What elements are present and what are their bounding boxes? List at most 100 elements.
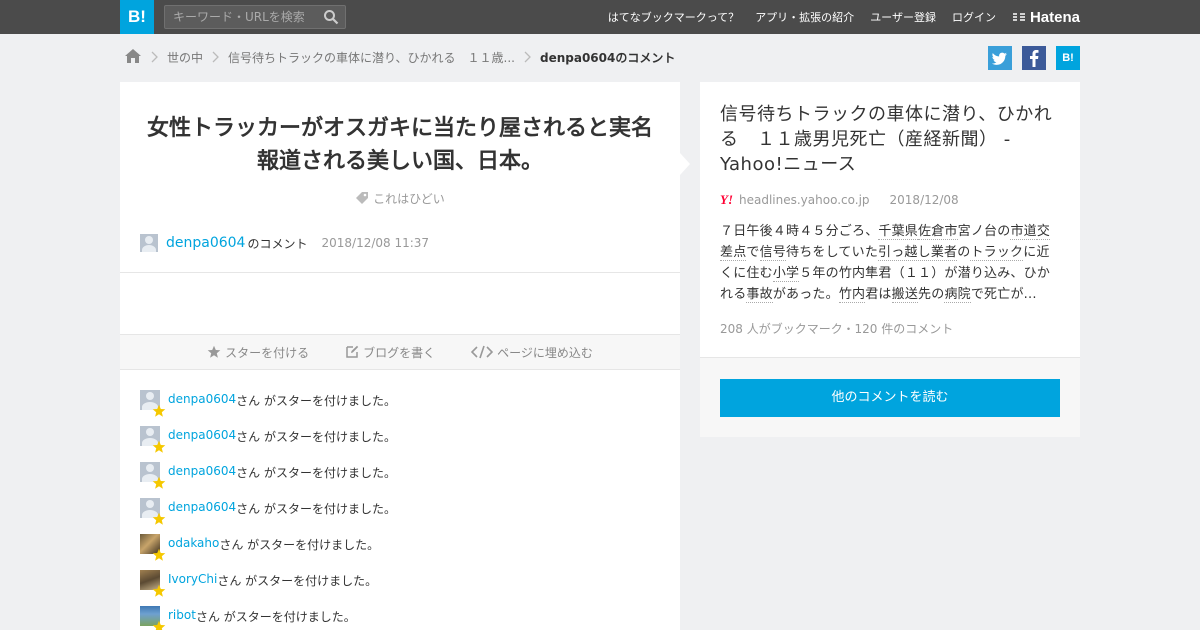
breadcrumb-category[interactable]: 世の中 [167, 49, 203, 66]
home-icon[interactable] [124, 48, 142, 67]
keyword-link[interactable]: 佐倉市 [918, 224, 958, 240]
divider [120, 272, 680, 273]
breadcrumb-current: denpa0604のコメント [539, 50, 676, 65]
entry-domain[interactable]: headlines.yahoo.co.jp [739, 193, 870, 207]
star-icon [207, 345, 221, 358]
embed-button[interactable]: ページに埋め込む [471, 344, 593, 361]
avatar[interactable] [140, 606, 166, 630]
facebook-share-button[interactable] [1022, 46, 1046, 70]
summary-text: 君は [865, 287, 892, 302]
twitter-icon [992, 52, 1007, 65]
star-text: さん がスターを付けました。 [236, 394, 396, 408]
star-badge-icon [152, 584, 166, 597]
author-name[interactable]: denpa0604 [166, 235, 245, 251]
write-blog-label: ブログを書く [363, 345, 436, 360]
summary-text: の [957, 245, 971, 260]
write-blog-button[interactable]: ブログを書く [345, 344, 435, 361]
entry-panel: 信号待ちトラックの車体に潜り、ひかれる １１歳男児死亡（産経新聞） - Yaho… [700, 82, 1080, 437]
chevron-right-icon [212, 51, 219, 63]
summary-text: があった。 [772, 287, 839, 302]
search-input[interactable] [165, 6, 315, 28]
star-badge-icon [152, 476, 166, 489]
search-icon[interactable] [323, 9, 339, 25]
comment-text: 女性トラッカーがオスガキに当たり屋されると実名報道される美しい国、日本。 [146, 116, 653, 174]
star-user-name[interactable]: denpa0604 [168, 464, 236, 478]
star-user-name[interactable]: denpa0604 [168, 500, 236, 514]
summary-text: で [746, 245, 760, 260]
edit-icon [346, 345, 359, 358]
keyword-link[interactable]: 搬送 [891, 287, 919, 303]
summary-text: の [997, 224, 1011, 239]
entry-summary: ７日午後４時４５分ごろ、千葉県佐倉市宮ノ台の市道交差点で信号待ちをしていた引っ越… [720, 221, 1062, 305]
list-item: denpa0604 さん がスターを付けました。 [140, 390, 396, 426]
hatena-logo[interactable]: Hatena [1012, 9, 1080, 26]
hatebu-logo[interactable]: B! [120, 0, 154, 34]
star-user-name[interactable]: odakaho [168, 536, 219, 550]
keyword-link[interactable]: 信号 [759, 245, 787, 261]
star-badge-icon [152, 548, 166, 561]
nav-apps[interactable]: アプリ・拡張の紹介 [755, 9, 854, 25]
summary-text: 先の [918, 287, 945, 302]
keyword-link[interactable]: 小学 [772, 266, 800, 282]
star-text: さん がスターを付けました。 [219, 538, 380, 552]
star-badge-icon [152, 440, 166, 453]
keyword-link[interactable]: 市道 [1010, 224, 1037, 240]
breadcrumb-entry[interactable]: 信号待ちトラックの車体に潜り、ひかれる １１歳... [228, 49, 515, 66]
search-box [164, 5, 346, 29]
top-nav: はてなブックマークって？ アプリ・拡張の紹介 ユーザー登録 ログイン Haten… [592, 0, 1080, 34]
keyword-link[interactable]: 事故 [746, 287, 773, 303]
star-list: denpa0604 さん がスターを付けました。 denpa0604 さん がスター… [140, 390, 396, 630]
list-item: IvoryChi さん がスターを付けました。 [140, 570, 396, 606]
panel-pointer [680, 153, 690, 175]
nav-signup[interactable]: ユーザー登録 [870, 9, 936, 25]
star-text: さん がスターを付けました。 [236, 430, 396, 444]
list-item: ribot さん がスターを付けました。 [140, 606, 396, 630]
star-text: さん がスターを付けました。 [236, 502, 396, 516]
hatena-icon [1012, 13, 1025, 21]
avatar[interactable] [140, 234, 158, 252]
avatar[interactable] [140, 426, 166, 453]
summary-text: 待ちをしていた [786, 245, 879, 260]
add-star-button[interactable]: スターを付ける [207, 344, 309, 361]
bookmark-count[interactable]: 208 人がブックマーク・120 件のコメント [720, 320, 953, 337]
nav-about[interactable]: はてなブックマークって？ [608, 9, 739, 25]
keyword-link[interactable]: トラック [970, 245, 1024, 261]
global-header: B! はてなブックマークって？ アプリ・拡張の紹介 ユーザー登録 ログイン Ha… [0, 0, 1200, 34]
star-user-name[interactable]: IvoryChi [168, 572, 217, 586]
avatar[interactable] [140, 498, 166, 525]
avatar[interactable] [140, 534, 166, 561]
star-text: さん がスターを付けました。 [195, 610, 356, 624]
share-buttons: B! [978, 46, 1080, 70]
star-badge-icon [152, 404, 166, 417]
hatebu-share-button[interactable]: B! [1056, 46, 1080, 70]
nav-login[interactable]: ログイン [952, 9, 996, 25]
keyword-link[interactable]: 引っ越し業者 [878, 245, 958, 261]
star-user-name[interactable]: denpa0604 [168, 428, 236, 442]
avatar[interactable] [140, 570, 166, 597]
keyword-link[interactable]: 病院 [944, 287, 971, 303]
star-badge-icon [152, 512, 166, 525]
star-user-name[interactable]: ribot [168, 608, 196, 622]
keyword-link[interactable]: 千葉県 [878, 224, 919, 240]
avatar[interactable] [140, 390, 166, 417]
summary-text: で死亡が... [970, 287, 1037, 302]
read-other-comments-button[interactable]: 他のコメントを読む [720, 379, 1060, 417]
tag-link[interactable]: これはひどい [373, 192, 445, 206]
entry-title[interactable]: 信号待ちトラックの車体に潜り、ひかれる １１歳男児死亡（産経新聞） - Yaho… [720, 102, 1062, 177]
keyword-link[interactable]: 竹内 [838, 287, 866, 303]
list-item: odakaho さん がスターを付けました。 [140, 534, 396, 570]
twitter-share-button[interactable] [988, 46, 1012, 70]
hatena-label: Hatena [1029, 8, 1080, 26]
embed-label: ページに埋め込む [497, 345, 593, 360]
list-item: denpa0604 さん がスターを付けました。 [140, 462, 396, 498]
summary-text: 宮ノ台 [957, 224, 998, 239]
star-user-name[interactable]: denpa0604 [168, 392, 236, 406]
entry-panel-footer: 他のコメントを読む [700, 357, 1080, 437]
entry-meta: Y! headlines.yahoo.co.jp 2018/12/08 [720, 192, 959, 208]
star-text: さん がスターを付けました。 [217, 574, 378, 588]
list-item: denpa0604 さん がスターを付けました。 [140, 498, 396, 534]
add-star-label: スターを付ける [225, 345, 310, 360]
star-badge-icon [152, 620, 166, 630]
chevron-right-icon [151, 51, 158, 63]
avatar[interactable] [140, 462, 166, 489]
